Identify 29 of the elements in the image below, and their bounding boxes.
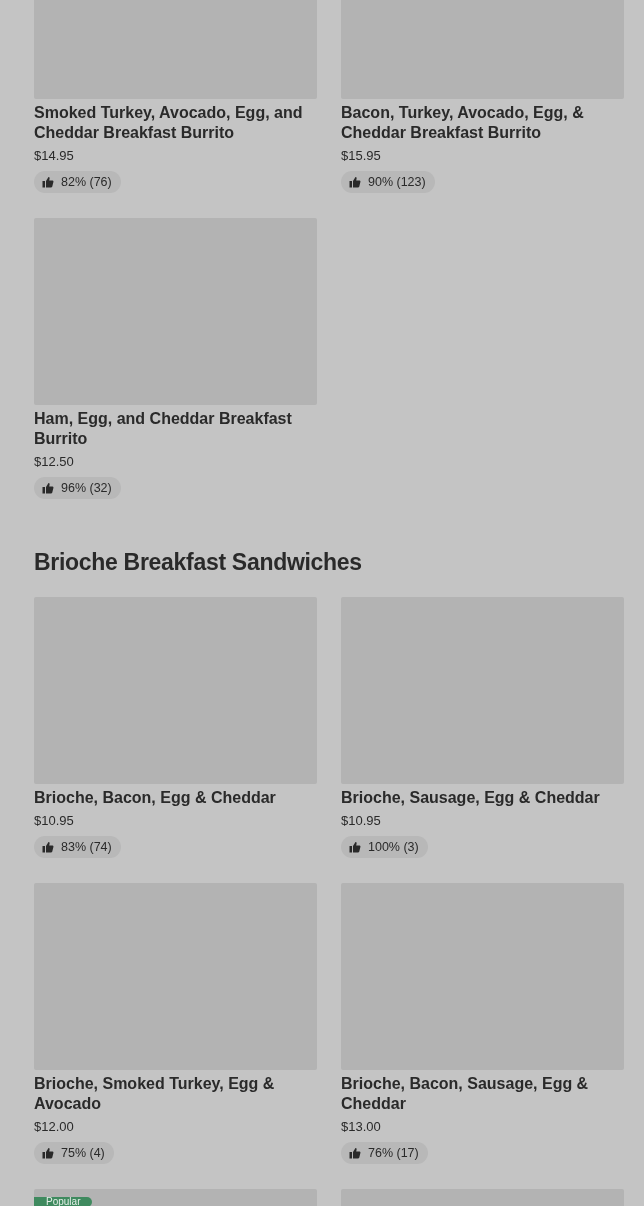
dish-title[interactable]: Ham, Egg, and Cheddar Breakfast Burrito <box>34 409 317 449</box>
dish-price: $15.95 <box>341 147 382 165</box>
dish-title[interactable]: Bacon, Turkey, Avocado, Egg, & Cheddar Breakfast Burrito <box>341 103 624 143</box>
dish-price: $12.00 <box>34 1118 75 1136</box>
rating-pill: 76% (17) <box>341 1142 428 1164</box>
rating-pill: 96% (32) <box>34 477 121 499</box>
section-heading: Brioche Breakfast Sandwiches <box>34 548 363 577</box>
thumbs-up-icon <box>42 482 54 494</box>
thumbs-up-icon <box>349 1147 361 1159</box>
rating-pill: 83% (74) <box>34 836 121 858</box>
dish-price: $10.95 <box>34 812 75 830</box>
dish-title[interactable]: Smoked Turkey, Avocado, Egg, and Cheddar Breakfast Burrito <box>34 103 317 143</box>
dish-price: $12.50 <box>34 453 75 471</box>
thumbs-up-icon <box>42 841 54 853</box>
rating-pill: 75% (4) <box>34 1142 114 1164</box>
rating-pill: 100% (3) <box>341 836 428 858</box>
dish-title[interactable]: Brioche, Bacon, Egg & Cheddar <box>34 788 317 808</box>
thumbs-up-icon <box>42 176 54 188</box>
thumbs-up-icon <box>42 1147 54 1159</box>
dish-title[interactable]: Brioche, Sausage, Egg & Cheddar <box>341 788 624 808</box>
dish-title[interactable]: Brioche, Bacon, Sausage, Egg & Cheddar <box>341 1074 624 1114</box>
thumbs-up-icon <box>349 176 361 188</box>
dish-title[interactable]: Brioche, Smoked Turkey, Egg & Avocado <box>34 1074 317 1114</box>
rating-pill: 90% (123) <box>341 171 435 193</box>
dish-price: $14.95 <box>34 147 75 165</box>
rating-pill: 82% (76) <box>34 171 121 193</box>
dish-price: $13.00 <box>341 1118 382 1136</box>
thumbs-up-icon <box>349 841 361 853</box>
dish-price: $10.95 <box>341 812 382 830</box>
